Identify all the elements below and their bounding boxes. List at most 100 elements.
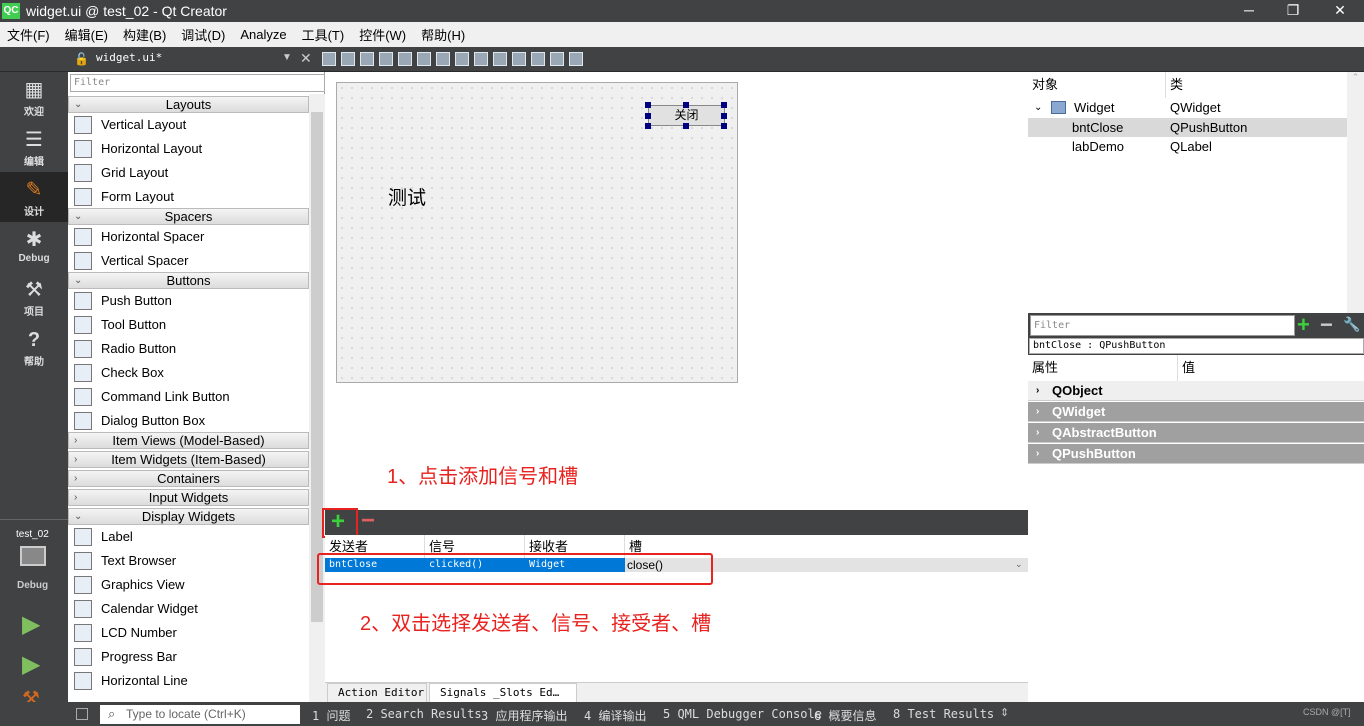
menu-item-4[interactable]: Analyze [240,27,286,42]
chevron-down-icon[interactable]: ⌄ [1034,98,1042,117]
form-layout-tool-icon[interactable] [436,52,450,66]
category-buttons[interactable]: ⌄ Buttons [68,272,309,289]
widget-item[interactable]: Push Button [68,289,309,313]
property-group-qobject[interactable]: › QObject [1028,381,1364,401]
form-layout-tool-icon[interactable] [341,52,355,66]
menu-item-1[interactable]: 编辑(E) [65,25,108,44]
column-header-value[interactable]: 值 [1178,355,1364,381]
kit-build-mode[interactable]: Debug [17,580,48,591]
resize-handle[interactable] [645,123,651,129]
wrench-icon[interactable]: 🔧 [1343,316,1360,333]
widget-filter-input[interactable]: Filter [70,74,325,92]
resize-handle[interactable] [721,113,727,119]
form-layout-tool-icon[interactable] [550,52,564,66]
output-pane-button[interactable]: 8 Test Results [893,707,994,721]
widget-item[interactable]: Check Box [68,361,309,385]
chevron-down-icon[interactable]: ▼ [282,52,292,63]
mode-document[interactable]: ☰ 编辑 [0,122,68,172]
menu-item-5[interactable]: 工具(T) [302,25,345,44]
run-icon[interactable]: ▶ [22,610,40,639]
widget-item[interactable]: Radio Button [68,337,309,361]
tree-row-widget[interactable]: ⌄ Widget QWidget [1028,98,1347,117]
tab-action-editor[interactable]: Action Editor [327,683,427,703]
resize-handle[interactable] [683,102,689,108]
locator-input[interactable]: Type to locate (Ctrl+K) [100,705,300,724]
kit-project-name[interactable]: test_02 [16,529,49,540]
column-header-property[interactable]: 属性 [1028,355,1178,381]
widget-item[interactable]: Grid Layout [68,161,309,185]
output-pane-button[interactable]: 1 问题 [312,707,350,724]
category-containers[interactable]: › Containers [68,470,309,487]
output-pane-button[interactable]: 5 QML Debugger Console [663,707,822,721]
menu-item-6[interactable]: 控件(W) [359,25,406,44]
resize-handle[interactable] [645,113,651,119]
form-layout-tool-icon[interactable] [417,52,431,66]
widget-item[interactable]: Progress Bar [68,645,309,669]
widget-item[interactable]: Horizontal Layout [68,137,309,161]
form-layout-tool-icon[interactable] [360,52,374,66]
widget-item[interactable]: LCD Number [68,621,309,645]
resize-handle[interactable] [721,123,727,129]
widget-item[interactable]: Graphics View [68,573,309,597]
tree-row-bntclose[interactable]: bntClose QPushButton [1028,118,1347,137]
close-document-icon[interactable]: ✕ [300,50,312,67]
chevron-down-icon[interactable]: ⌄ [1015,559,1023,570]
form-layout-tool-icon[interactable] [322,52,336,66]
widget-item[interactable]: Dialog Button Box [68,409,309,433]
column-header-class[interactable]: 类 [1166,72,1347,98]
menu-item-2[interactable]: 构建(B) [123,25,166,44]
form-layout-tool-icon[interactable] [569,52,583,66]
mode-pencil[interactable]: ✎ 设计 [0,172,68,222]
open-file-selector[interactable]: widget.ui* [96,51,162,64]
widget-item[interactable]: Vertical Spacer [68,249,309,273]
category-spacers[interactable]: ⌄ Spacers [68,208,309,225]
resize-handle[interactable] [721,102,727,108]
menu-item-3[interactable]: 调试(D) [181,25,225,44]
property-group-qabstractbutton[interactable]: › QAbstractButton [1028,423,1364,443]
mode-grid[interactable]: ▦ 欢迎 [0,72,68,122]
resize-handle[interactable] [645,102,651,108]
form-layout-tool-icon[interactable] [379,52,393,66]
form-layout-tool-icon[interactable] [474,52,488,66]
column-header-object[interactable]: 对象 [1028,72,1166,98]
chevron-right-icon[interactable]: › [1036,423,1039,443]
category-input-widgets[interactable]: › Input Widgets [68,489,309,506]
output-pane-button[interactable]: 2 Search Results [366,707,482,721]
menu-item-0[interactable]: 文件(F) [7,25,50,44]
resize-handle[interactable] [683,123,689,129]
form-layout-tool-icon[interactable] [455,52,469,66]
mode-help[interactable]: ? 帮助 [0,322,68,372]
property-filter-input[interactable]: Filter [1030,315,1295,336]
remove-dynamic-property-button[interactable]: − [1320,312,1333,338]
widget-item[interactable]: Text Browser [68,549,309,573]
tree-row-labdemo[interactable]: labDemo QLabel [1028,137,1347,156]
form-widget[interactable]: 关闭 测试 [336,82,738,383]
category-item-widgets-item-based-[interactable]: › Item Widgets (Item-Based) [68,451,309,468]
minimize-button[interactable]: ─ [1234,2,1264,18]
form-layout-tool-icon[interactable] [512,52,526,66]
widget-item[interactable]: Tool Button [68,313,309,337]
form-layout-tool-icon[interactable] [493,52,507,66]
add-dynamic-property-button[interactable]: + [1297,312,1310,338]
maximize-button[interactable]: ❐ [1278,2,1308,19]
widget-item[interactable]: Horizontal Line [68,669,309,693]
mode-bug[interactable]: ✱ Debug [0,222,68,272]
widget-item[interactable]: Calendar Widget [68,597,309,621]
debug-run-icon[interactable]: ▶ [22,650,40,679]
chevron-right-icon[interactable]: › [1036,381,1039,401]
sort-arrows-icon[interactable]: ⇕ [1000,706,1009,719]
monitor-icon[interactable] [20,546,46,566]
add-connection-button[interactable]: + [331,508,345,536]
menu-item-7[interactable]: 帮助(H) [421,25,465,44]
widget-item[interactable]: Vertical Layout [68,113,309,137]
category-item-views-model-based-[interactable]: › Item Views (Model-Based) [68,432,309,449]
object-tree-scrollbar[interactable]: ⌃ [1347,72,1364,313]
widget-item[interactable]: Label [68,525,309,549]
output-pane-button[interactable]: 6 概要信息 [814,707,876,724]
tab-signals-slots-editor[interactable]: Signals _Slots Ed… [429,683,577,703]
remove-connection-button[interactable]: − [361,507,375,535]
form-layout-tool-icon[interactable] [398,52,412,66]
output-pane-button[interactable]: 3 应用程序输出 [481,707,567,724]
demo-label[interactable]: 测试 [388,183,426,210]
form-layout-tool-icon[interactable] [531,52,545,66]
